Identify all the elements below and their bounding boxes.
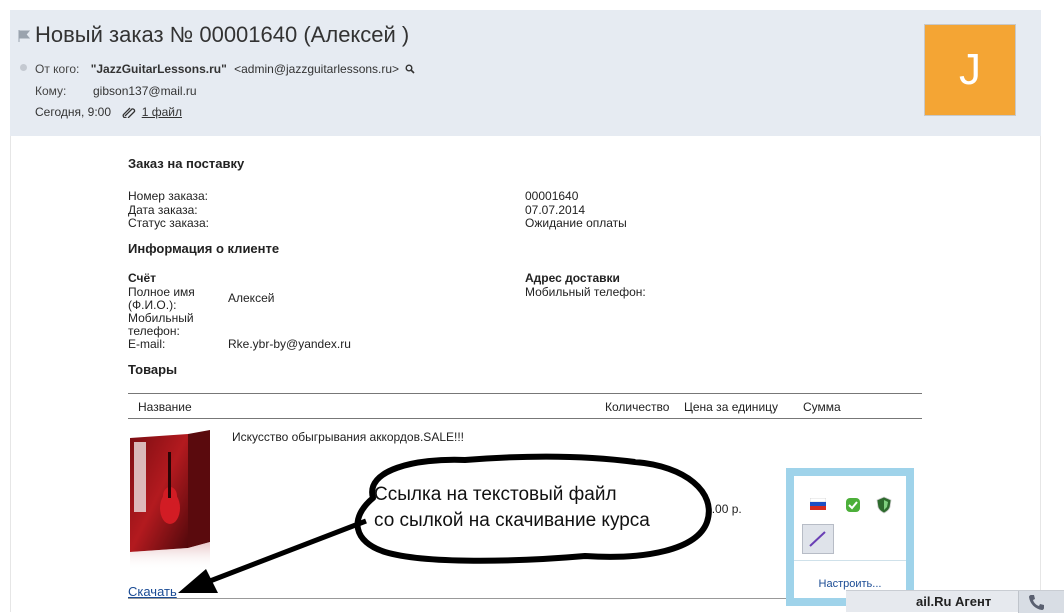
system-tray-popup: Настроить... (786, 468, 914, 606)
phone-label-line2: телефон: (128, 324, 180, 338)
flag-icon[interactable] (18, 30, 30, 42)
column-header-total: Сумма (803, 400, 841, 414)
pen-icon (809, 531, 826, 547)
green-shield-icon[interactable] (844, 496, 862, 514)
paperclip-icon (122, 107, 136, 119)
email-value[interactable]: Rke.ybr-by@yandex.ru (228, 337, 351, 351)
email-label: E-mail: (128, 337, 166, 351)
shipping-title: Адрес доставки (525, 271, 620, 285)
mail-agent-bar[interactable]: ail.Ru Агент (846, 590, 1064, 613)
column-header-name: Название (138, 400, 192, 414)
order-date-label: Дата заказа: (128, 203, 198, 217)
message-date: Сегодня, 9:00 (35, 105, 112, 119)
agent-label: ail.Ru Агент (916, 594, 992, 609)
to-email[interactable]: gibson137@mail.ru (93, 84, 197, 98)
from-name[interactable]: "JazzGuitarLessons.ru" (91, 62, 227, 76)
sender-avatar[interactable]: J (924, 24, 1016, 116)
annotation-arrow (178, 518, 367, 593)
configure-button[interactable]: Настроить... (794, 578, 906, 590)
phone-label-line1: Мобильный (128, 311, 194, 325)
to-row: Кому: gibson137@mail.ru (35, 84, 197, 98)
sender-status-icon (20, 64, 27, 71)
product-name: Искусство обыгрывания аккордов.SALE!!! (232, 430, 464, 444)
message-subject: Новый заказ № 00001640 (Алексей ) (35, 22, 410, 47)
table-header-divider (128, 418, 922, 419)
russian-flag-icon[interactable] (810, 498, 826, 510)
tray-icons-panel: Настроить... (794, 476, 906, 598)
phone-icon (1029, 595, 1044, 610)
pen-tool-tile[interactable] (802, 524, 834, 554)
from-row: От кого: "JazzGuitarLessons.ru" <admin@j… (35, 62, 415, 76)
column-header-unit-price: Цена за единицу (684, 400, 779, 414)
order-status-label: Статус заказа: (128, 216, 210, 230)
order-number-label: Номер заказа: (128, 189, 209, 203)
fullname-label-line2: (Ф.И.О.): (128, 298, 177, 312)
from-email[interactable]: <admin@jazzguitarlessons.ru> (234, 62, 399, 76)
order-date-value: 07.07.2014 (525, 203, 586, 217)
table-top-divider (128, 393, 922, 394)
shipping-phone-label: Мобильный телефон: (525, 285, 646, 299)
antivirus-shield-icon[interactable] (876, 496, 892, 514)
annotation-line-1: Ссылка на текстовый файл (374, 484, 617, 505)
fullname-value: Алексей (228, 291, 275, 305)
annotation-line-2: со сылкой на скачивание курса (374, 510, 650, 531)
search-icon[interactable] (405, 64, 415, 74)
goods-title: Товары (128, 362, 178, 377)
to-label: Кому: (35, 84, 67, 98)
order-status-value: Ожидание оплаты (525, 216, 627, 230)
from-label: От кого: (35, 62, 80, 76)
phone-call-button[interactable] (1018, 591, 1064, 613)
tray-separator (794, 560, 906, 561)
order-number-value: 00001640 (525, 189, 579, 203)
attachments-link[interactable]: 1 файл (142, 105, 182, 119)
column-header-quantity: Количество (605, 400, 670, 414)
client-info-title: Информация о клиенте (128, 241, 280, 256)
annotation-text: Ссылка на текстовый файл со сылкой на ск… (374, 482, 650, 534)
fullname-label-line1: Полное имя (128, 285, 195, 299)
download-link[interactable]: Скачать (128, 584, 177, 599)
date-row: Сегодня, 9:00 1 файл (35, 105, 182, 119)
billing-title: Счёт (128, 271, 157, 285)
order-title: Заказ на поставку (128, 156, 245, 171)
